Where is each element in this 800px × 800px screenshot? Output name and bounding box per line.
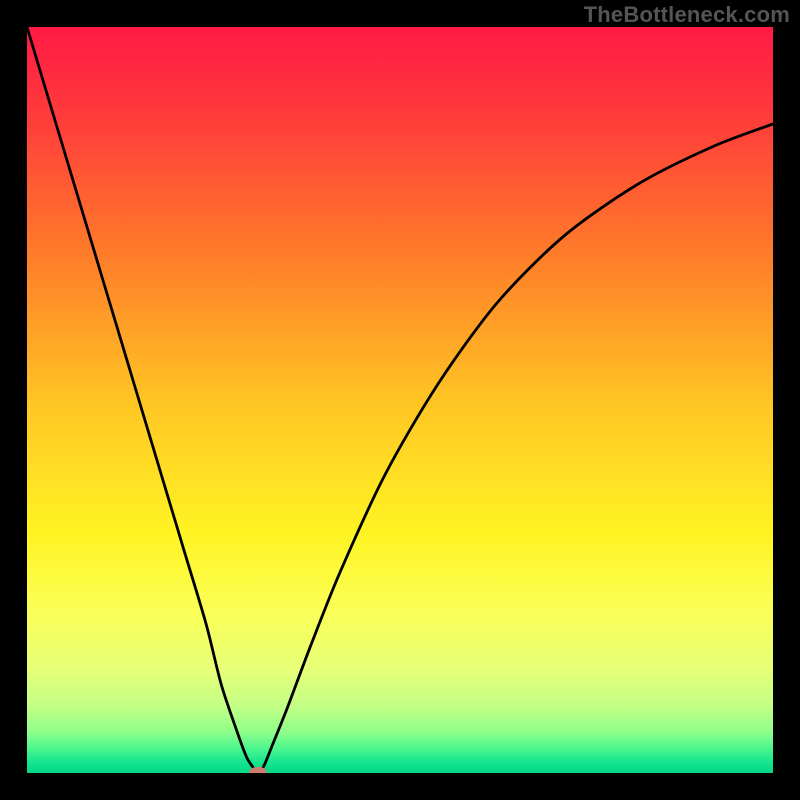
bottleneck-curve — [27, 27, 773, 773]
chart-frame: TheBottleneck.com — [0, 0, 800, 800]
watermark-text: TheBottleneck.com — [584, 2, 790, 28]
plot-area — [27, 27, 773, 773]
